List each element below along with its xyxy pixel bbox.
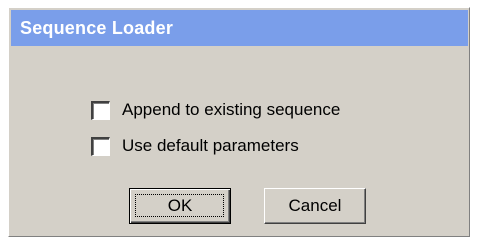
use-default-parameters-label[interactable]: Use default parameters [122,136,299,156]
append-option[interactable]: Append to existing sequence [91,99,340,121]
append-to-existing-checkbox[interactable] [91,100,110,120]
use-default-parameters-checkbox[interactable] [91,136,110,156]
sequence-loader-dialog: Sequence Loader Append to existing seque… [8,7,470,237]
append-to-existing-label[interactable]: Append to existing sequence [122,100,340,120]
ok-button-label: OK [167,196,193,215]
dialog-title: Sequence Loader [20,17,174,38]
title-bar[interactable]: Sequence Loader [11,10,468,46]
ok-button[interactable]: OK [129,188,231,224]
default-parameters-option[interactable]: Use default parameters [91,135,299,157]
cancel-button[interactable]: Cancel [264,188,366,224]
cancel-button-label: Cancel [288,196,342,215]
